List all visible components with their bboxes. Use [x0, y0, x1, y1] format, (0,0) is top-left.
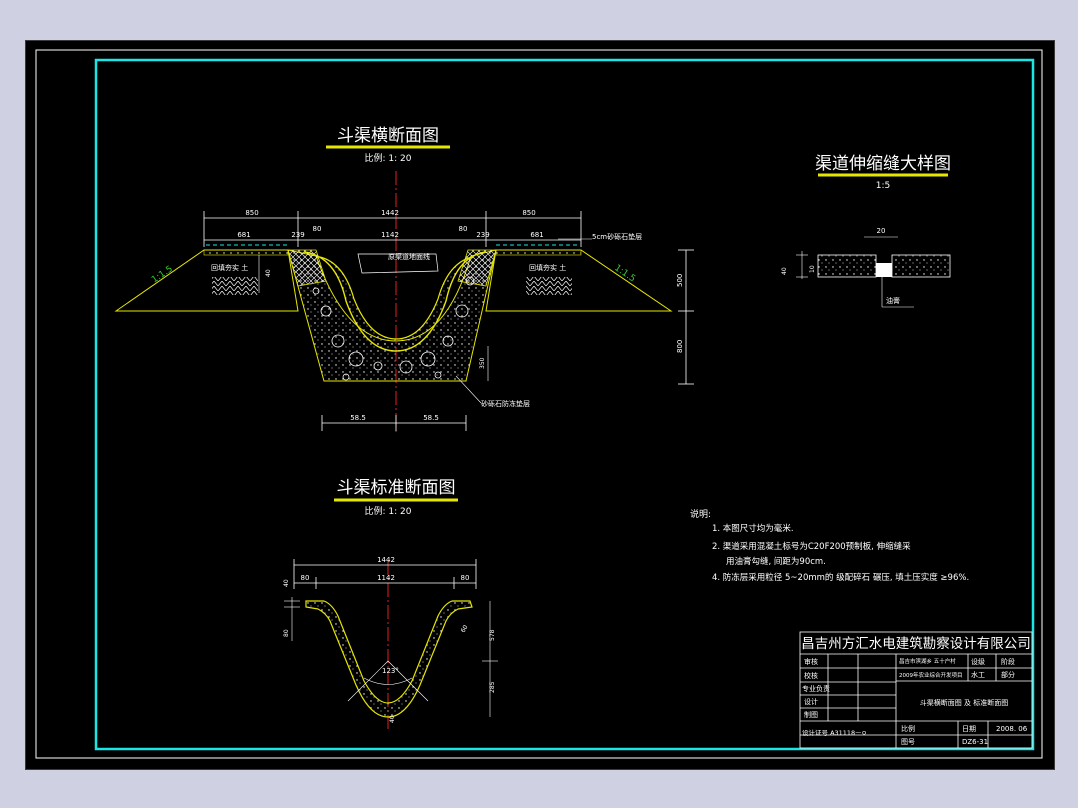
- backfill-label-left: 回填夯实 土: [211, 263, 248, 272]
- company-name: 昌吉州方汇水电建筑勘察设计有限公司: [801, 635, 1031, 652]
- drawing-no-label: 图号: [901, 738, 915, 746]
- discipline-value: 部分: [1001, 670, 1015, 679]
- notes-item-4: 4. 防冻层采用粒径 5~20mm的 级配碎石 碾压, 填土压实度 ≥96%.: [712, 572, 969, 583]
- standard-lining: [305, 600, 473, 718]
- dim-40-std-left: 40: [283, 579, 290, 587]
- dim-1142-std: 1142: [377, 574, 395, 582]
- standard-section-scale: 比例: 1: 20: [365, 505, 412, 517]
- dim-285: 285: [489, 681, 496, 693]
- dim-239-right: 239: [476, 231, 489, 239]
- dim-1442: 1442: [381, 209, 399, 217]
- cross-section-title: 斗渠横断面图: [337, 126, 439, 146]
- dim-80-std-left: 80: [301, 574, 310, 582]
- cross-section-scale: 比例: 1: 20: [365, 152, 412, 164]
- embankment-right: [485, 249, 673, 312]
- standard-section-drawing: 斗渠标准断面图 比例: 1: 20 1442 80 1142 80 123° 4…: [283, 478, 498, 731]
- embankment-left: [114, 249, 299, 312]
- dim-681-left: 681: [237, 231, 250, 239]
- leader-line: [455, 375, 482, 404]
- dim-850-left: 850: [245, 209, 258, 217]
- concrete-block-right: [457, 249, 497, 287]
- date-value: 2008. 06: [996, 725, 1028, 733]
- drawing-no: DZ6-31: [962, 738, 988, 746]
- joint-width-dim: 20: [877, 227, 886, 235]
- dim-350: 350: [479, 357, 486, 369]
- joint-side-dim2: 10: [809, 265, 816, 273]
- dim-1442-std: 1442: [377, 556, 395, 564]
- dim-850-right: 850: [522, 209, 535, 217]
- role-draft: 制图: [804, 710, 818, 719]
- notes-block: 说明: 1. 本图尺寸均为毫米. 2. 渠道采用混凝土标号为C20F200预制板…: [690, 508, 969, 583]
- cross-section-drawing: 斗渠横断面图 比例: 1: 20 850 1442 850 681 239 80…: [114, 126, 694, 433]
- joint-slab-left: [817, 254, 877, 278]
- joint-filler: [876, 263, 892, 277]
- dim-500: 500: [676, 274, 684, 287]
- concrete-block-left: [287, 249, 327, 287]
- dim-80-std-right: 80: [461, 574, 470, 582]
- stage-label: 设级: [971, 657, 985, 666]
- standard-section-title: 斗渠标准断面图: [337, 478, 456, 498]
- slope-label-left: 1:1.5: [150, 264, 175, 285]
- date-label: 日期: [962, 725, 976, 733]
- dim-1142: 1142: [381, 231, 399, 239]
- notes-heading: 说明:: [690, 508, 711, 520]
- dim-681-right: 681: [530, 231, 543, 239]
- backfill-label-right: 回填夯实 土: [529, 263, 566, 272]
- dim-80-left: 80: [313, 225, 322, 233]
- notes-item-1: 1. 本图尺寸均为毫米.: [712, 523, 794, 534]
- discipline-label: 水工: [971, 670, 985, 679]
- design-cert: 设计证号 A31118ㅡㅇ: [802, 728, 867, 737]
- role-check: 校核: [804, 671, 818, 680]
- role-lead: 专业负责: [802, 684, 830, 693]
- cad-drawing: 斗渠横断面图 比例: 1: 20 850 1442 850 681 239 80…: [35, 49, 1043, 759]
- stage-value: 阶段: [1001, 657, 1015, 666]
- slope-label-right: 1:1.5: [612, 263, 637, 284]
- cushion-strip-left: [203, 249, 289, 256]
- joint-detail-title: 渠道伸缩缝大样图: [815, 154, 951, 174]
- dim-800: 800: [676, 340, 684, 353]
- project-line-2: 2009年农业综合开发项目: [899, 671, 963, 679]
- title-block-text: 昌吉州方汇水电建筑勘察设计有限公司 审核 校核 专业负责 设计 制图 昌吉市滨湖…: [801, 635, 1031, 746]
- ground-line-label: 原渠道地面线: [388, 252, 430, 261]
- cushion-top-label: 5cm砂砾石垫层: [592, 232, 642, 241]
- joint-detail-drawing: 渠道伸缩缝大样图 1:5 20 40 10 油膏: [781, 154, 951, 308]
- notes-item-3: 用油膏勾缝, 间距为90cm.: [726, 556, 826, 567]
- role-review: 审核: [804, 657, 818, 666]
- dim-bottom-left: 58.5: [350, 414, 366, 422]
- dim-bottom-right: 58.5: [423, 414, 439, 422]
- angle-label: 123°: [382, 667, 399, 675]
- dim-239-left: 239: [291, 231, 304, 239]
- drawing-name: 斗渠横断面图 及 标准断面图: [920, 698, 1008, 707]
- dim-578: 578: [489, 629, 496, 641]
- joint-side-dim: 40: [781, 267, 788, 275]
- dim-40-left: 40: [265, 269, 272, 277]
- dim-80-right: 80: [459, 225, 468, 233]
- scale-label: 比例: [901, 724, 915, 733]
- joint-detail-scale: 1:5: [876, 181, 890, 191]
- soil-hatch-left: [212, 277, 258, 295]
- drawing-canvas[interactable]: 斗渠横断面图 比例: 1: 20 850 1442 850 681 239 80…: [25, 40, 1055, 770]
- project-line-1: 昌吉市滨湖乡 五十户村: [899, 657, 956, 665]
- cushion-strip-right: [495, 249, 582, 256]
- soil-hatch-right: [526, 277, 572, 295]
- role-design: 设计: [804, 697, 818, 706]
- joint-filler-label: 油膏: [886, 296, 900, 305]
- dim-40-bottom: 40: [389, 715, 396, 723]
- side-60-label: 60: [460, 624, 470, 634]
- dim-80-std-side: 80: [283, 629, 290, 637]
- notes-item-2: 2. 渠道采用混凝土标号为C20F200预制板, 伸缩缝采: [712, 541, 911, 552]
- joint-slab-right: [891, 254, 951, 278]
- anti-frost-label: 砂砾石防冻垫层: [481, 399, 530, 408]
